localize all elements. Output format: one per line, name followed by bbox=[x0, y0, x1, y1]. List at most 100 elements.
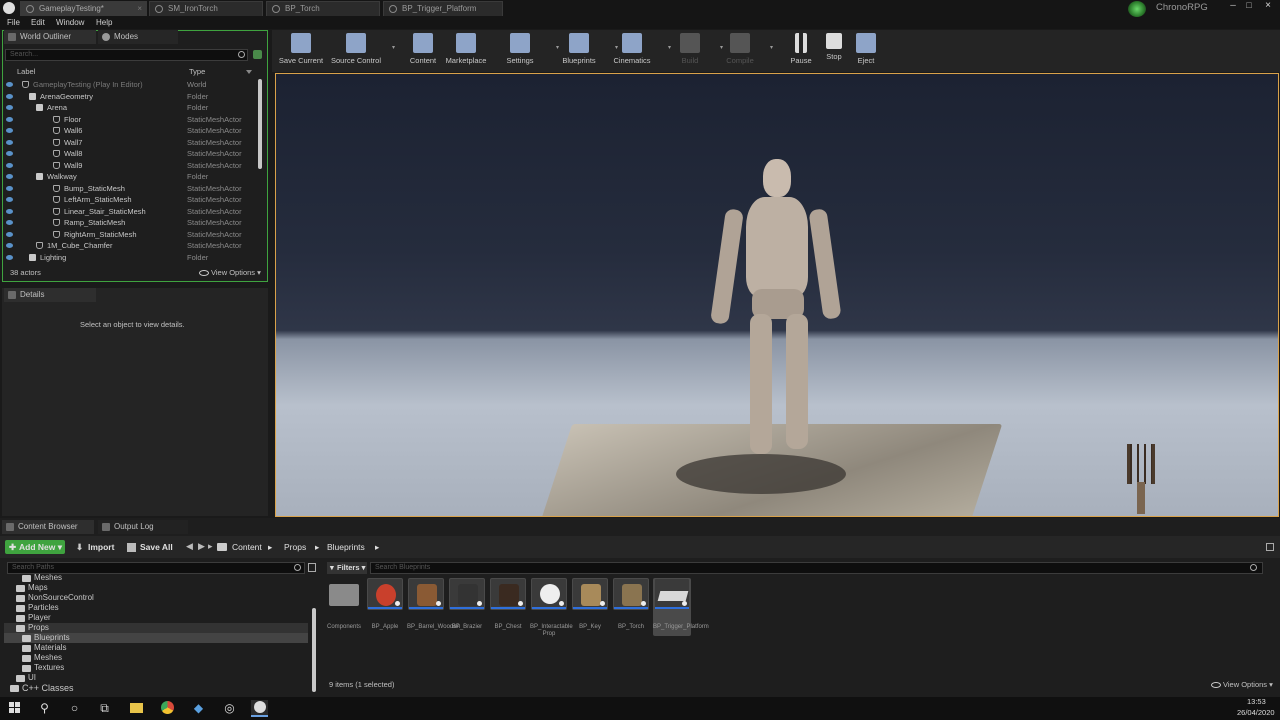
source-control-status-icon[interactable] bbox=[1128, 1, 1146, 17]
tab-bp-torch[interactable]: BP_Torch bbox=[266, 1, 380, 16]
outliner-row-bump-staticmesh[interactable]: Bump_StaticMesh StaticMeshActor bbox=[4, 183, 260, 195]
outliner-row-leftarm-staticmesh[interactable]: LeftArm_StaticMesh StaticMeshActor bbox=[4, 194, 260, 206]
minimize-button[interactable]: – bbox=[1226, 0, 1240, 12]
asset-bp-key[interactable]: BP_Key bbox=[571, 578, 609, 631]
visibility-eye-icon[interactable] bbox=[6, 162, 13, 168]
visibility-eye-icon[interactable] bbox=[6, 197, 13, 202]
breadcrumb-folder-icon[interactable] bbox=[217, 543, 227, 551]
outliner-row-linear-stair-staticmesh[interactable]: Linear_Stair_StaticMesh StaticMeshActor bbox=[4, 206, 260, 218]
path-view-options-icon[interactable] bbox=[308, 563, 316, 572]
outliner-row-gameplaytesting[interactable]: GameplayTesting (Play In Editor) World bbox=[4, 79, 260, 91]
path-tree-item[interactable]: Props bbox=[4, 623, 308, 633]
visibility-eye-icon[interactable] bbox=[6, 231, 13, 237]
dropdown-arrow-icon[interactable]: ▾ bbox=[392, 44, 395, 51]
tab-bp-trigger-platform[interactable]: BP_Trigger_Platform bbox=[383, 1, 503, 16]
path-tree-item[interactable]: Textures bbox=[4, 663, 308, 673]
asset-bp-trigger-platform[interactable]: BP_Trigger_Platform bbox=[653, 578, 709, 636]
menu-help[interactable]: Help bbox=[96, 17, 112, 29]
tab-output-log[interactable]: Output Log bbox=[98, 520, 188, 534]
outliner-row-wall6[interactable]: Wall6 StaticMeshActor bbox=[4, 125, 260, 137]
outliner-scrollbar[interactable] bbox=[258, 79, 262, 169]
breadcrumb-blueprints[interactable]: Blueprints bbox=[327, 541, 365, 553]
tab-world-outliner[interactable]: World Outliner bbox=[4, 30, 96, 44]
path-tree-item[interactable]: Materials bbox=[4, 643, 308, 653]
outliner-view-options[interactable]: View Options ▾ bbox=[199, 268, 261, 277]
import-button[interactable]: ⬇ Import bbox=[76, 540, 114, 554]
cortana-icon[interactable]: ○ bbox=[66, 700, 83, 717]
path-tree-item[interactable]: Player bbox=[4, 613, 308, 623]
visibility-eye-icon[interactable] bbox=[6, 128, 13, 133]
outliner-row-wall8[interactable]: Wall8 StaticMeshActor bbox=[4, 148, 260, 160]
path-tree-item[interactable]: Meshes bbox=[4, 653, 308, 663]
menu-window[interactable]: Window bbox=[56, 17, 84, 29]
cinematics-button[interactable]: Cinematics ▾ bbox=[602, 33, 671, 67]
tab-content-browser[interactable]: Content Browser bbox=[2, 520, 94, 534]
outliner-row-ramp-staticmesh[interactable]: Ramp_StaticMesh StaticMeshActor bbox=[4, 217, 260, 229]
visibility-eye-icon[interactable] bbox=[6, 174, 13, 179]
path-tree-item[interactable]: Meshes bbox=[4, 573, 308, 583]
content-button[interactable]: Content bbox=[399, 33, 447, 67]
asset-bp-interactable-prop[interactable]: BP_Interactable Prop bbox=[530, 578, 573, 638]
asset-bp-barrel-wooden[interactable]: BP_Barrel_Wooden bbox=[407, 578, 460, 631]
path-tree-scrollbar[interactable] bbox=[312, 608, 316, 692]
path-tree-item[interactable]: C++ Classes bbox=[4, 683, 308, 693]
breadcrumb-props[interactable]: Props bbox=[284, 541, 306, 553]
build-button[interactable]: Build ▾ bbox=[666, 33, 723, 67]
menu-edit[interactable]: Edit bbox=[31, 17, 45, 29]
outliner-row-1m-cube-chamfer[interactable]: 1M_Cube_Chamfer StaticMeshActor bbox=[4, 240, 260, 252]
visibility-eye-icon[interactable] bbox=[6, 185, 13, 191]
visibility-eye-icon[interactable] bbox=[6, 93, 13, 99]
windows-start-icon[interactable] bbox=[6, 700, 23, 717]
visibility-eye-icon[interactable] bbox=[6, 151, 13, 156]
history-dropdown-icon[interactable]: ▸ bbox=[208, 541, 213, 552]
back-arrow-icon[interactable]: ◀ bbox=[186, 541, 193, 552]
forward-arrow-icon[interactable]: ▶ bbox=[198, 541, 205, 552]
task-view-icon[interactable]: ⧉ bbox=[96, 700, 113, 717]
asset-bp-torch[interactable]: BP_Torch bbox=[612, 578, 650, 631]
compile-button[interactable]: Compile ▾ bbox=[716, 33, 773, 67]
breadcrumb-content[interactable]: Content bbox=[232, 541, 262, 553]
col-type-dropdown-icon[interactable] bbox=[246, 70, 252, 74]
close-icon[interactable]: × bbox=[137, 2, 142, 16]
path-tree-item[interactable]: Particles bbox=[4, 603, 308, 613]
outliner-row-arena[interactable]: Arena Folder bbox=[4, 102, 260, 114]
col-label[interactable]: Label bbox=[17, 67, 35, 76]
asset-bp-chest[interactable]: BP_Chest bbox=[489, 578, 527, 631]
maximize-button[interactable]: □ bbox=[1242, 0, 1256, 12]
eject-button[interactable]: Eject bbox=[842, 33, 890, 67]
asset-components-folder[interactable]: Components bbox=[325, 578, 363, 631]
path-tree-item[interactable]: Blueprints bbox=[4, 633, 308, 643]
chrome-icon[interactable] bbox=[159, 700, 176, 717]
blueprints-button[interactable]: Blueprints ▾ bbox=[549, 33, 618, 67]
asset-bp-apple[interactable]: BP_Apple bbox=[366, 578, 404, 631]
visibility-eye-icon[interactable] bbox=[6, 243, 13, 248]
visibility-eye-icon[interactable] bbox=[6, 105, 13, 110]
outliner-row-wall9[interactable]: Wall9 StaticMeshActor bbox=[4, 160, 260, 172]
tab-modes[interactable]: Modes bbox=[98, 30, 178, 44]
outliner-row-arenageometry[interactable]: ArenaGeometry Folder bbox=[4, 91, 260, 103]
visibility-eye-icon[interactable] bbox=[6, 254, 13, 260]
filters-button[interactable]: ▾ Filters ▾ bbox=[327, 562, 367, 574]
path-tree-item[interactable]: Maps bbox=[4, 583, 308, 593]
add-new-button[interactable]: ✚ Add New ▾ bbox=[5, 540, 65, 554]
outliner-row-wall7[interactable]: Wall7 StaticMeshActor bbox=[4, 137, 260, 149]
path-tree-item[interactable]: UI bbox=[4, 673, 308, 683]
save-current-button[interactable]: Save Current bbox=[277, 33, 325, 67]
col-type[interactable]: Type bbox=[189, 67, 205, 76]
outliner-row-lighting[interactable]: Lighting Folder bbox=[4, 252, 260, 264]
outliner-search-input[interactable]: Search... bbox=[5, 49, 248, 61]
visibility-eye-icon[interactable] bbox=[6, 82, 13, 87]
search-blueprints-input[interactable]: Search Blueprints bbox=[370, 562, 1263, 574]
close-window-button[interactable]: × bbox=[1260, 0, 1276, 12]
outliner-row-floor[interactable]: Floor StaticMeshActor bbox=[4, 114, 260, 126]
file-explorer-icon[interactable] bbox=[128, 700, 145, 717]
save-all-button[interactable]: Save All bbox=[127, 540, 173, 554]
visibility-eye-icon[interactable] bbox=[6, 139, 13, 145]
source-control-button[interactable]: Source Control ▾ bbox=[326, 33, 395, 67]
dropdown-arrow-icon[interactable]: ▾ bbox=[770, 44, 773, 51]
path-tree-item[interactable]: NonSourceControl bbox=[4, 593, 308, 603]
app-icon[interactable]: ◆ bbox=[190, 700, 207, 717]
visibility-eye-icon[interactable] bbox=[6, 220, 13, 225]
outliner-row-walkway[interactable]: Walkway Folder bbox=[4, 171, 260, 183]
visibility-eye-icon[interactable] bbox=[6, 116, 13, 122]
